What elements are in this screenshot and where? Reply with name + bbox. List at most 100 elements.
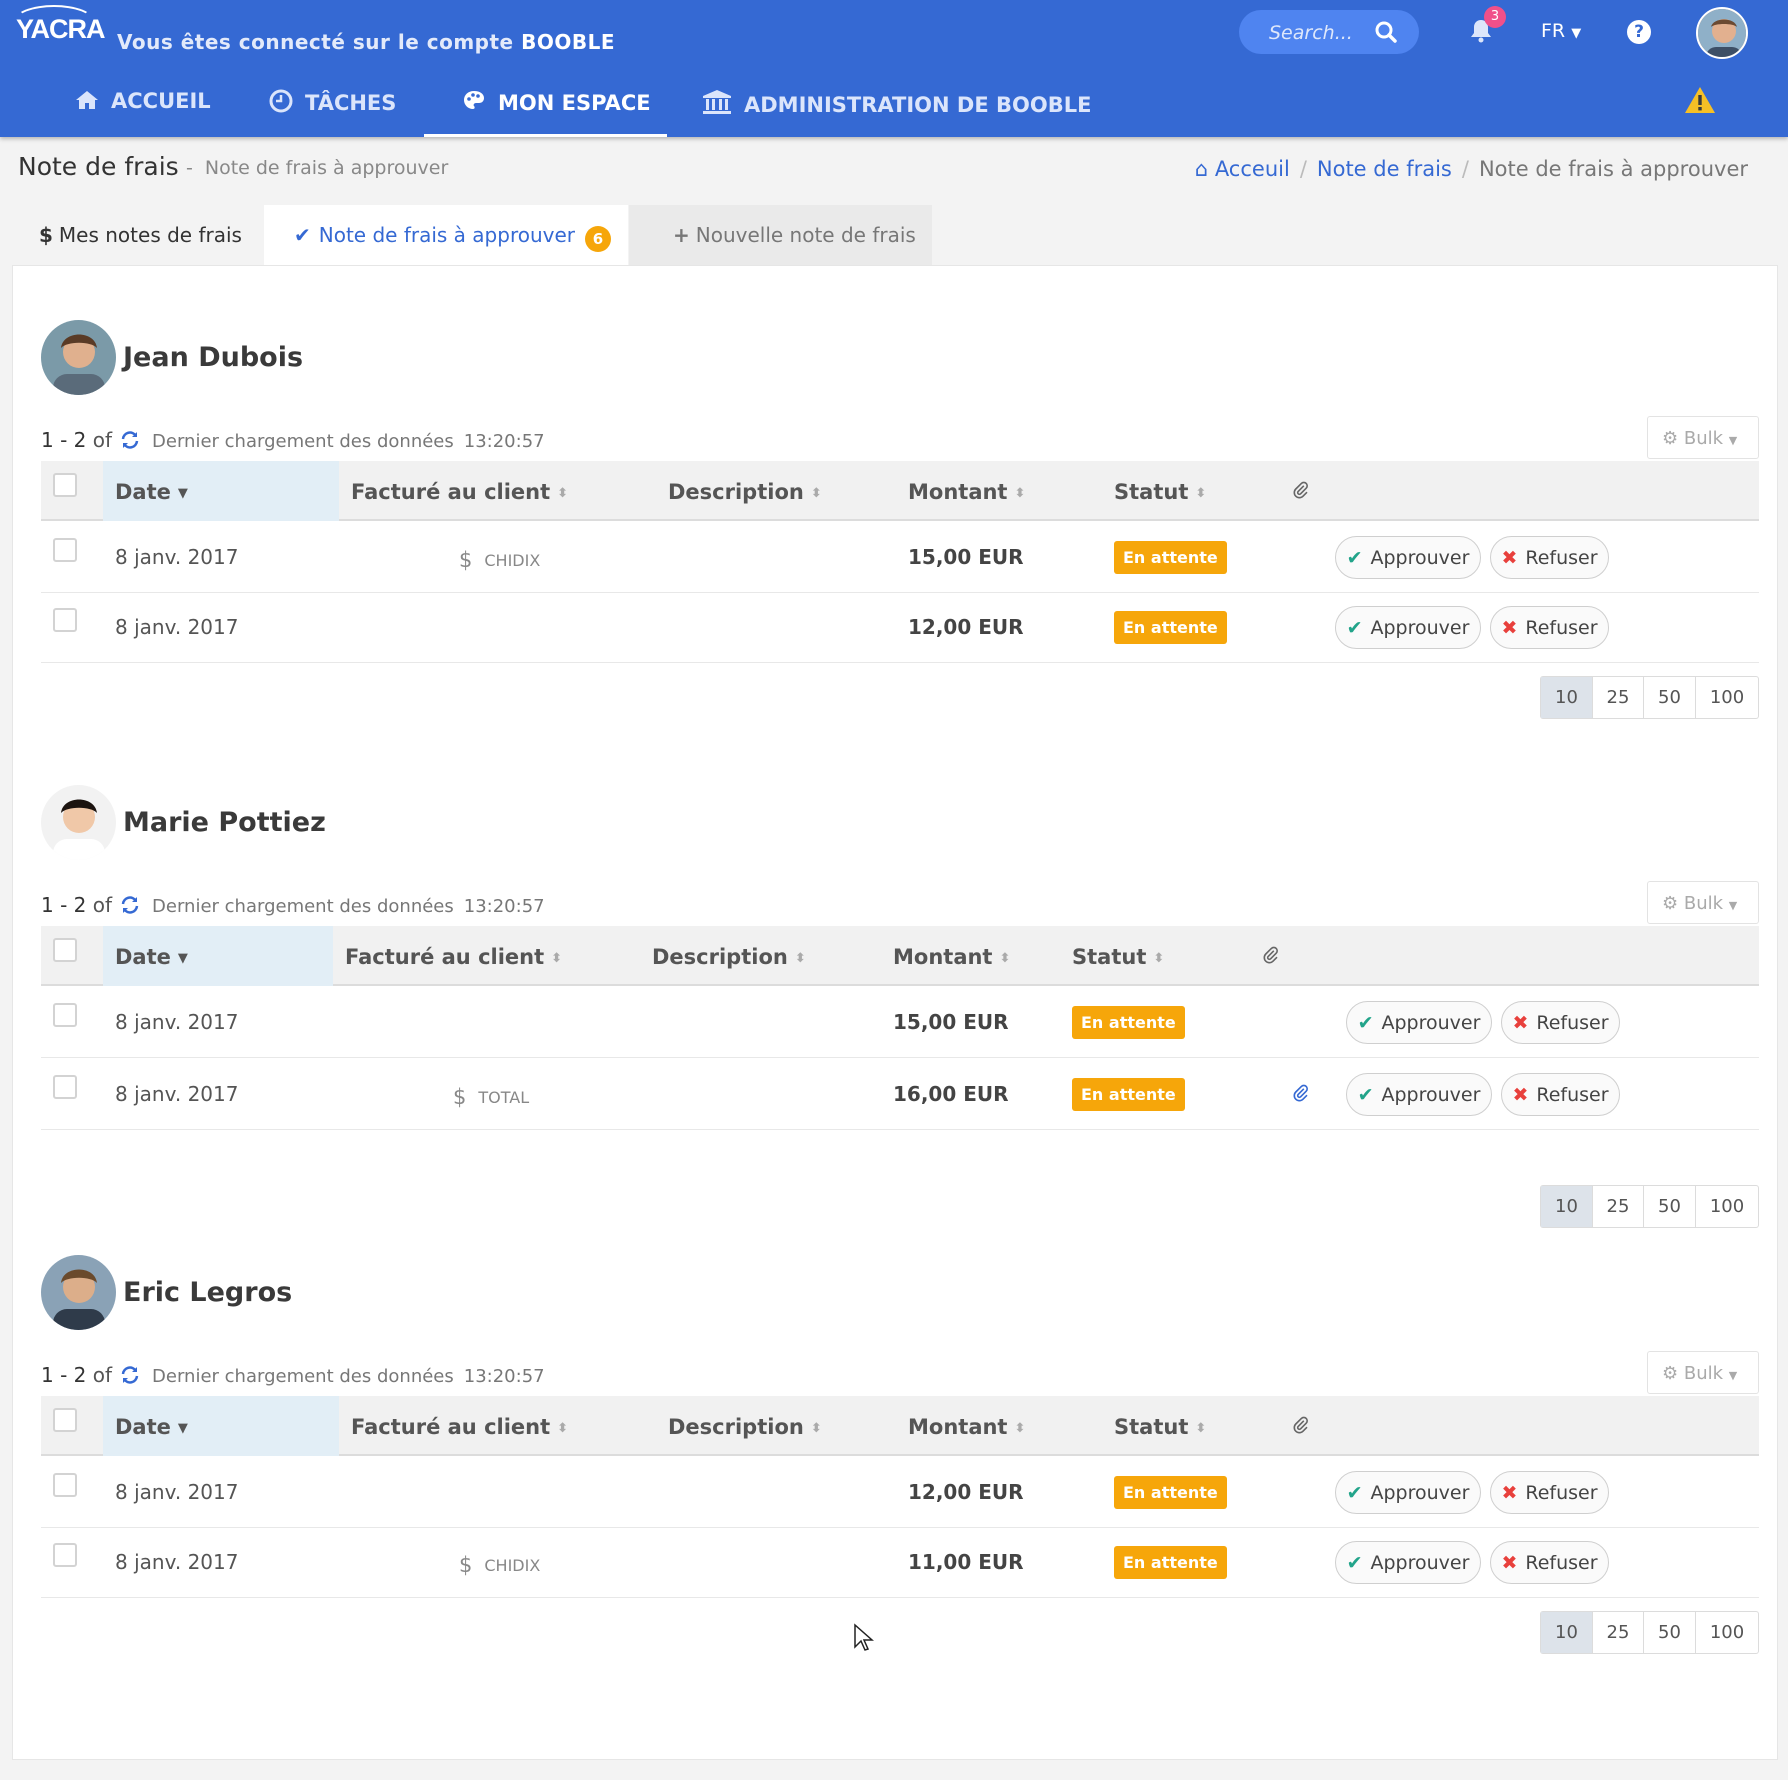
approve-button[interactable]: ✔ Approuver xyxy=(1335,606,1481,649)
breadcrumb: ⌂ Acceuil / Note de frais / Note de frais à … xyxy=(1194,157,1748,181)
row-checkbox[interactable] xyxy=(53,608,77,632)
paperclip-icon[interactable] xyxy=(1291,1416,1311,1436)
row-checkbox[interactable] xyxy=(53,1075,77,1099)
row-checkbox[interactable] xyxy=(53,1473,77,1497)
refuse-button[interactable]: ✖ Refuser xyxy=(1501,1001,1620,1044)
row-checkbox[interactable] xyxy=(53,538,77,562)
nav-taches[interactable]: TÂCHES xyxy=(269,76,396,137)
page-size-option[interactable]: 10 xyxy=(1541,1612,1593,1653)
table-meta: 1 - 2 of Dernier chargement des données 13… xyxy=(41,1363,545,1390)
col-description[interactable]: Description ⬍ xyxy=(652,926,806,986)
account-banner: Vous êtes connecté sur le compte BOOBLE xyxy=(117,30,615,54)
approve-button[interactable]: ✔ Approuver xyxy=(1335,1471,1481,1514)
nav-accueil[interactable]: ACCUEIL xyxy=(75,76,211,137)
col-description[interactable]: Description ⬍ xyxy=(668,1396,822,1456)
check-icon: ✔ xyxy=(1346,1552,1363,1574)
col-description[interactable]: Description ⬍ xyxy=(668,461,822,521)
col-status[interactable]: Statut ⬍ xyxy=(1114,461,1206,521)
row-date: 8 janv. 2017 xyxy=(115,545,239,569)
row-amount: 12,00 EUR xyxy=(908,1480,1024,1504)
check-icon: ✔ xyxy=(1346,547,1363,569)
refuse-button[interactable]: ✖ Refuser xyxy=(1490,1471,1609,1514)
page-size-option[interactable]: 10 xyxy=(1541,677,1593,718)
bulk-dropdown[interactable]: ⚙ Bulk ▼ xyxy=(1647,881,1759,924)
paperclip-icon[interactable] xyxy=(1291,1084,1311,1104)
refuse-button[interactable]: ✖ Refuser xyxy=(1490,1541,1609,1584)
nav-mon-espace[interactable]: MON ESPACE xyxy=(424,76,667,137)
app-logo[interactable]: YACRA xyxy=(14,5,106,45)
user-avatar[interactable] xyxy=(1696,7,1748,59)
sort-icon: ⬍ xyxy=(557,1421,569,1436)
tab-nouvelle-note[interactable]: + Nouvelle note de frais xyxy=(629,205,932,265)
page-size-option[interactable]: 25 xyxy=(1593,1612,1644,1653)
refuse-button[interactable]: ✖ Refuser xyxy=(1490,536,1609,579)
check-icon: ✔ xyxy=(294,223,311,247)
sort-icon: ⬍ xyxy=(1195,1421,1207,1436)
breadcrumb-home[interactable]: ⌂ Acceuil xyxy=(1195,157,1290,181)
col-amount[interactable]: Montant ⬍ xyxy=(908,461,1025,521)
page-size-option[interactable]: 25 xyxy=(1593,677,1644,718)
refuse-button[interactable]: ✖ Refuser xyxy=(1490,606,1609,649)
breadcrumb-note-de-frais[interactable]: Note de frais xyxy=(1317,157,1452,181)
select-all-checkbox[interactable] xyxy=(53,938,77,962)
search-input[interactable]: Search... xyxy=(1239,10,1419,54)
page-size-option[interactable]: 50 xyxy=(1644,677,1696,718)
notification-count-badge: 3 xyxy=(1484,6,1506,28)
status-badge: En attente xyxy=(1072,1078,1185,1111)
page-size-option[interactable]: 50 xyxy=(1644,1186,1696,1227)
paperclip-icon[interactable] xyxy=(1291,481,1311,501)
col-date[interactable]: Date ▼ xyxy=(103,926,333,986)
col-client[interactable]: Facturé au client ⬍ xyxy=(345,926,562,986)
help-icon[interactable]: ? xyxy=(1627,20,1651,44)
page-size-option[interactable]: 10 xyxy=(1541,1186,1593,1227)
col-status[interactable]: Statut ⬍ xyxy=(1114,1396,1206,1456)
bulk-dropdown[interactable]: ⚙ Bulk ▼ xyxy=(1647,1351,1759,1394)
row-attachment[interactable] xyxy=(1291,1084,1311,1108)
table-meta: 1 - 2 of Dernier chargement des données 13… xyxy=(41,428,545,455)
sort-icon: ⬍ xyxy=(794,951,806,966)
col-amount[interactable]: Montant ⬍ xyxy=(908,1396,1025,1456)
refuse-button[interactable]: ✖ Refuser xyxy=(1501,1073,1620,1116)
select-all-checkbox[interactable] xyxy=(53,1408,77,1432)
col-amount[interactable]: Montant ⬍ xyxy=(893,926,1010,986)
nav-administration[interactable]: ADMINISTRATION DE BOOBLE xyxy=(702,76,1091,137)
row-checkbox[interactable] xyxy=(53,1003,77,1027)
tab-a-approuver[interactable]: ✔ Note de frais à approuver 6 xyxy=(264,205,628,265)
col-status[interactable]: Statut ⬍ xyxy=(1072,926,1164,986)
row-date: 8 janv. 2017 xyxy=(115,1550,239,1574)
search-icon[interactable] xyxy=(1375,21,1397,43)
language-dropdown[interactable]: FR ▼ xyxy=(1541,20,1581,42)
user-name: Marie Pottiez xyxy=(123,807,326,838)
col-client[interactable]: Facturé au client ⬍ xyxy=(351,1396,568,1456)
page-size-option[interactable]: 50 xyxy=(1644,1612,1696,1653)
page-size-option[interactable]: 100 xyxy=(1696,677,1758,718)
page-size-option[interactable]: 100 xyxy=(1696,1612,1758,1653)
paperclip-icon[interactable] xyxy=(1261,946,1281,966)
bulk-dropdown[interactable]: ⚙ Bulk ▼ xyxy=(1647,416,1759,459)
warning-icon[interactable] xyxy=(1684,86,1716,114)
home-icon xyxy=(76,91,98,109)
top-bar: YACRA Vous êtes connecté sur le compte B… xyxy=(0,0,1788,137)
page-size-option[interactable]: 25 xyxy=(1593,1186,1644,1227)
refresh-icon[interactable] xyxy=(120,895,140,920)
status-badge: En attente xyxy=(1114,611,1227,644)
approve-button[interactable]: ✔ Approuver xyxy=(1335,1541,1481,1584)
row-date: 8 janv. 2017 xyxy=(115,1082,239,1106)
refresh-icon[interactable] xyxy=(120,1365,140,1390)
page-size-option[interactable]: 100 xyxy=(1696,1186,1758,1227)
approve-button[interactable]: ✔ Approuver xyxy=(1346,1001,1492,1044)
col-client[interactable]: Facturé au client ⬍ xyxy=(351,461,568,521)
row-client: $ TOTAL xyxy=(453,1085,530,1109)
close-icon: ✖ xyxy=(1512,1084,1529,1106)
table-row: 8 janv. 2017 $ CHIDIX 15,00 EUR En attente ✔ A… xyxy=(41,523,1759,593)
col-date[interactable]: Date ▼ xyxy=(103,461,339,521)
refresh-icon[interactable] xyxy=(120,430,140,455)
user-section: Jean Dubois 1 - 2 of Dernier chargement de… xyxy=(41,320,1759,740)
approve-button[interactable]: ✔ Approuver xyxy=(1346,1073,1492,1116)
approve-button[interactable]: ✔ Approuver xyxy=(1335,536,1481,579)
row-checkbox[interactable] xyxy=(53,1543,77,1567)
col-date[interactable]: Date ▼ xyxy=(103,1396,339,1456)
select-all-checkbox[interactable] xyxy=(53,473,77,497)
tab-mes-notes[interactable]: $ Mes notes de frais xyxy=(12,205,263,265)
breadcrumb-current: Note de frais à approuver xyxy=(1478,157,1748,181)
